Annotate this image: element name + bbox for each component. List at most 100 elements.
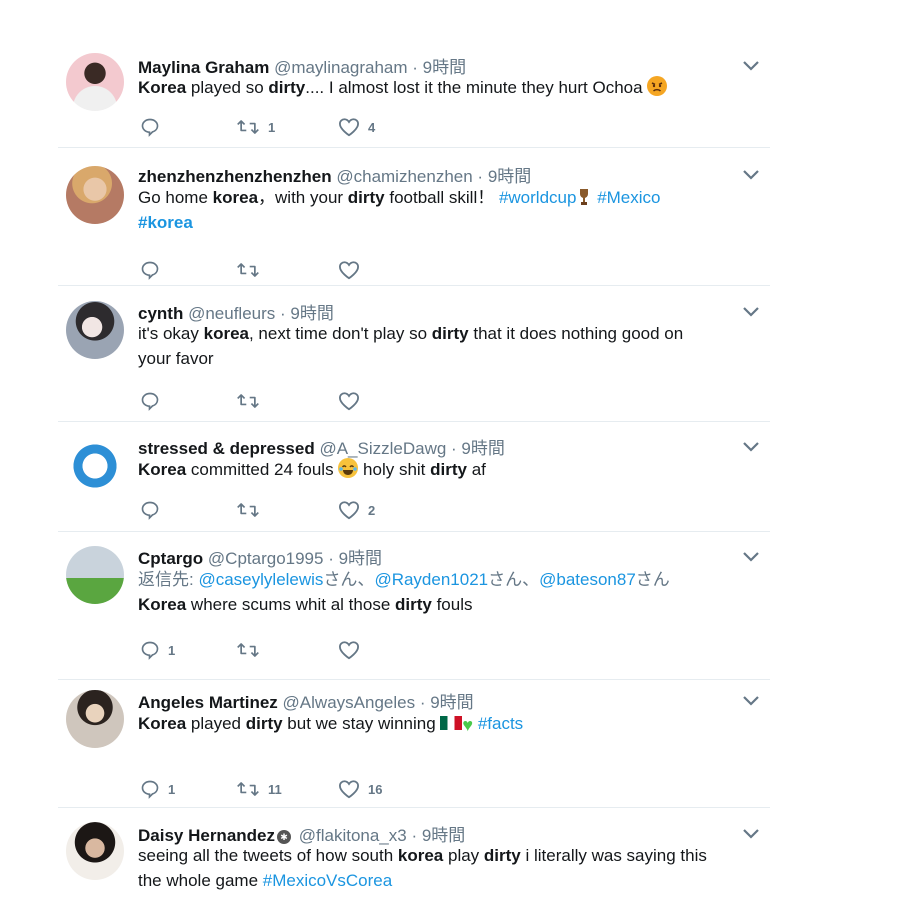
chevron-down-icon[interactable]	[742, 168, 762, 182]
tweet-line: Korea played so dirty.... I almost lost …	[138, 75, 738, 100]
tweet-text-fragment: the whole game	[138, 871, 263, 890]
hashtag-link[interactable]: #Mexico	[597, 188, 660, 207]
hashtag-link[interactable]: #korea	[138, 213, 193, 232]
chevron-down-icon[interactable]	[742, 59, 762, 73]
like-button[interactable]: 2	[338, 498, 375, 522]
avatar[interactable]	[66, 690, 124, 748]
reply-button[interactable]: 1	[140, 777, 175, 801]
retweet-button[interactable]	[236, 498, 268, 522]
timestamp[interactable]: 9時間	[461, 439, 504, 458]
chevron-down-icon[interactable]	[742, 694, 762, 708]
chevron-down-icon[interactable]	[742, 827, 762, 841]
user-handle[interactable]: @AlwaysAngeles	[283, 693, 416, 712]
reply-button[interactable]	[140, 498, 168, 522]
hashtag-link[interactable]: #worldcup	[499, 188, 577, 207]
reply-button[interactable]: 1	[140, 638, 175, 662]
highlight-text: korea	[397, 846, 444, 865]
timestamp[interactable]: 9時間	[488, 167, 531, 186]
user-handle[interactable]: @chamizhenzhen	[336, 167, 472, 186]
heart-icon	[338, 117, 360, 137]
chevron-down-icon[interactable]	[742, 440, 762, 454]
heart-icon	[338, 500, 360, 520]
heart-icon	[338, 260, 360, 280]
display-name[interactable]: stressed & depressed	[138, 439, 315, 458]
retweet-button[interactable]: 11	[236, 777, 282, 801]
tweet-line: Korea committed 24 fouls holy shit dirty…	[138, 457, 738, 482]
reply-icon	[140, 391, 160, 411]
tweet-card[interactable]: stressed & depressed @A_SizzleDawg · 9時間…	[58, 422, 770, 532]
reply-icon	[140, 117, 160, 137]
like-button[interactable]	[338, 638, 368, 662]
mention-link[interactable]: @bateson87	[539, 570, 636, 589]
hashtag-link[interactable]: #facts	[478, 714, 523, 733]
timestamp[interactable]: 9時間	[339, 549, 382, 568]
reply-button[interactable]	[140, 389, 168, 413]
tweet-card[interactable]: Daisy Hernandez ✱ @flakitona_x3 · 9時間 seei…	[58, 808, 770, 908]
highlight-text: dirty	[395, 595, 432, 614]
tweet-text-fragment: where scums whit al those	[186, 595, 395, 614]
user-handle[interactable]: @Cptargo1995	[208, 549, 324, 568]
like-count: 4	[368, 119, 376, 135]
highlight-text: Korea	[138, 460, 187, 479]
retweet-button[interactable]: 1	[236, 115, 275, 139]
reply-icon	[140, 500, 160, 520]
user-handle[interactable]: @A_SizzleDawg	[319, 439, 446, 458]
retweet-button[interactable]	[236, 258, 268, 282]
like-button[interactable]: 16	[338, 777, 382, 801]
timestamp[interactable]: 9時間	[430, 693, 473, 712]
tweet-text-fragment: seeing all the tweets of how south	[138, 846, 398, 865]
tweet-line: #korea	[138, 210, 738, 235]
display-name[interactable]: Angeles Martinez	[138, 693, 278, 712]
tweet-header: Angeles Martinez @AlwaysAngeles · 9時間	[138, 688, 474, 713]
tweet-text-fragment: played	[186, 714, 246, 733]
tweet-text-fragment: played so	[186, 78, 269, 97]
tweet-text: Go home korea，with your dirty football s…	[138, 185, 738, 235]
retweet-icon	[236, 779, 260, 799]
tweet-header: Cptargo @Cptargo1995 · 9時間	[138, 544, 382, 569]
retweet-button[interactable]	[236, 389, 268, 413]
mention-link[interactable]: @Rayden1021	[374, 570, 488, 589]
tweet-card[interactable]: zhenzhenzhenzhenzhen @chamizhenzhen · 9時…	[58, 148, 770, 286]
tweet-text-fragment: but we stay winning	[282, 714, 441, 733]
avatar[interactable]	[66, 822, 124, 880]
avatar[interactable]	[66, 301, 124, 359]
like-button[interactable]: 4	[338, 115, 375, 139]
like-button[interactable]	[338, 389, 368, 413]
avatar[interactable]	[66, 53, 124, 111]
trophy-icon	[579, 188, 589, 206]
tweet-card[interactable]: cynth @neufleurs · 9時間 it's okay korea, n…	[58, 286, 770, 422]
reply-button[interactable]	[140, 115, 168, 139]
like-count: 16	[368, 781, 383, 797]
mention-link[interactable]: @caseylylelewis	[198, 570, 323, 589]
tweet-text-fragment: .... I almost lost it the minute they hu…	[305, 78, 648, 97]
highlight-text: dirty	[268, 78, 306, 97]
retweet-button[interactable]	[236, 638, 268, 662]
avatar[interactable]	[66, 546, 124, 604]
tweet-header: zhenzhenzhenzhenzhen @chamizhenzhen · 9時…	[138, 162, 531, 187]
highlight-text: dirty	[483, 846, 521, 865]
hashtag-link[interactable]: #MexicoVsCorea	[263, 871, 392, 890]
chevron-down-icon[interactable]	[742, 305, 762, 319]
tweet-text: it's okay korea, next time don't play so…	[138, 321, 738, 371]
reply-button[interactable]	[140, 258, 168, 282]
tweet-text-fragment: fouls	[431, 595, 473, 614]
heart-icon	[338, 640, 360, 660]
tweet-card[interactable]: Angeles Martinez @AlwaysAngeles · 9時間 Kor…	[58, 680, 770, 808]
tweet-text: Korea played dirty but we stay winning ♥…	[138, 711, 738, 738]
separator-dot: ·	[446, 439, 462, 458]
like-button[interactable]	[338, 258, 368, 282]
avatar[interactable]	[66, 166, 124, 224]
tweet-text-fragment: your favor	[138, 349, 214, 368]
tweet-card[interactable]: Cptargo @Cptargo1995 · 9時間 返信先: @caseylyl…	[58, 532, 770, 680]
tweet-card[interactable]: Maylina Graham @maylinagraham · 9時間 Korea…	[58, 40, 770, 148]
chevron-down-icon[interactable]	[742, 550, 762, 564]
tweet-text: seeing all the tweets of how south korea…	[138, 843, 738, 893]
separator-dot: ·	[472, 167, 488, 186]
display-name[interactable]: zhenzhenzhenzhenzhen	[138, 167, 332, 186]
tweet-text-fragment: committed 24 fouls	[186, 460, 339, 479]
display-name[interactable]: Cptargo	[138, 549, 203, 568]
verified-badge-icon: ✱	[277, 830, 291, 844]
reply-prefix: 返信先:	[138, 570, 194, 589]
avatar[interactable]	[66, 437, 124, 495]
highlight-text: Korea	[138, 595, 187, 614]
